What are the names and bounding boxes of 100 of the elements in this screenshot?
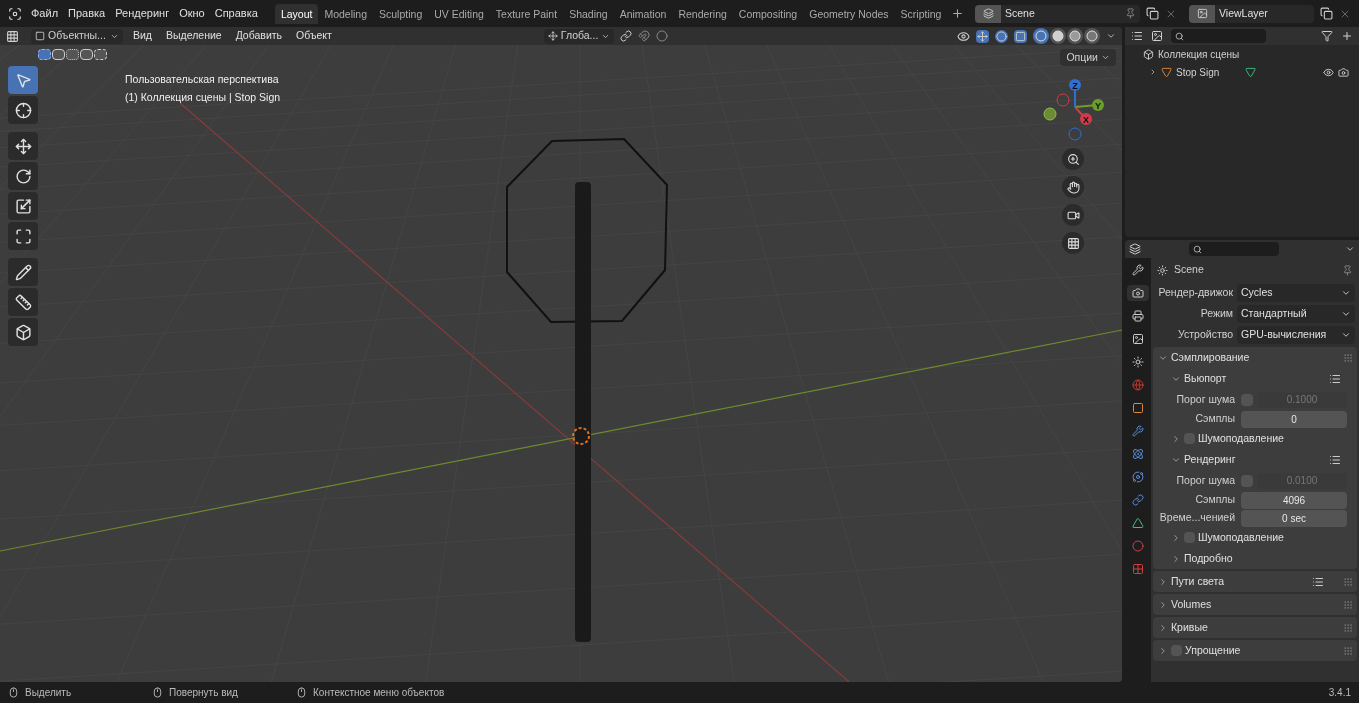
constraints-icon	[1132, 494, 1144, 506]
pin-icon[interactable]	[1342, 264, 1353, 276]
measure-tool-button[interactable]	[8, 288, 38, 316]
drag-handle-icon[interactable]	[1343, 622, 1353, 633]
chevron-icon	[1158, 645, 1168, 656]
menu-item[interactable]: Рендеринг	[110, 5, 175, 22]
workspace-tab[interactable]: Shading	[563, 3, 614, 24]
panel-header[interactable]: Сэмплирование	[1153, 347, 1357, 368]
workspace-tab[interactable]: Modeling	[318, 3, 374, 24]
number-field[interactable]: 4096	[1241, 491, 1347, 509]
wireframe-shading-button[interactable]	[1033, 28, 1049, 44]
particles-icon	[1132, 448, 1144, 460]
chevron-icon[interactable]	[1106, 31, 1116, 41]
new-collection-icon[interactable]	[1341, 30, 1353, 42]
panel-header[interactable]: Кривые	[1153, 617, 1357, 638]
render-icon[interactable]	[1338, 66, 1349, 78]
rotate-tool-button[interactable]	[8, 162, 38, 190]
visibility-icon[interactable]	[957, 29, 970, 43]
menu-item[interactable]: Окно	[174, 5, 210, 22]
menu-item[interactable]: Выделение	[162, 28, 226, 44]
tool-icon	[1132, 264, 1144, 276]
select-mode-button[interactable]	[94, 49, 107, 60]
add-workspace-icon[interactable]	[951, 7, 965, 20]
number-field[interactable]: 0	[1241, 410, 1347, 428]
select-tool-button[interactable]	[8, 66, 38, 94]
scene-selector[interactable]: Scene	[975, 4, 1140, 23]
cursor-tool-button[interactable]	[8, 96, 38, 124]
workspace-tab[interactable]: Compositing	[732, 3, 804, 24]
drag-handle-icon[interactable]	[1343, 352, 1353, 363]
drag-handle-icon[interactable]	[1343, 576, 1353, 587]
panel-header[interactable]: Подробно	[1153, 548, 1357, 569]
move-tool-button[interactable]	[8, 132, 38, 160]
chevron-icon[interactable]	[1345, 244, 1355, 254]
editor-type-icon[interactable]	[6, 29, 19, 43]
xray-toggle[interactable]	[1014, 29, 1027, 43]
options-dropdown[interactable]: Опции	[1060, 49, 1116, 66]
dropdown-field[interactable]: GPU-вычисления	[1237, 325, 1355, 344]
gizmo-toggle[interactable]	[976, 29, 989, 43]
mesh-data-icon[interactable]	[1245, 66, 1257, 78]
panel-header[interactable]: Пути света	[1153, 571, 1357, 592]
select-mode-button[interactable]	[38, 49, 51, 60]
presets-icon[interactable]	[1329, 453, 1341, 466]
outliner-item[interactable]: Stop Sign	[1125, 63, 1359, 81]
workspace-tab[interactable]: UV Editing	[428, 3, 490, 24]
collection-name[interactable]: Коллекция сцены	[1158, 46, 1240, 62]
workspace-tab[interactable]: Animation	[613, 3, 673, 24]
copy-icon[interactable]	[1146, 7, 1159, 20]
menu-item[interactable]: Добавить	[231, 28, 287, 44]
display-mode-icon[interactable]	[1151, 30, 1163, 42]
scale-tool-button[interactable]	[8, 192, 38, 220]
editor-type-icon[interactable]	[1129, 243, 1141, 255]
menu-item[interactable]: Справка	[209, 5, 263, 22]
number-field[interactable]: 0 sec	[1241, 509, 1347, 527]
filter-icon[interactable]	[1321, 30, 1333, 42]
status-hint: Повернуть вид	[169, 686, 238, 700]
workspace-tab[interactable]: Geometry Nodes	[803, 3, 895, 24]
editor-type-icon[interactable]	[1131, 30, 1143, 42]
material-shading-button[interactable]	[1067, 28, 1083, 44]
menu-item[interactable]: Правка	[63, 5, 111, 22]
workspace-tab[interactable]: Layout	[274, 3, 319, 24]
menu-item[interactable]: Файл	[26, 5, 64, 22]
snap-icon[interactable]	[638, 30, 651, 42]
presets-icon[interactable]	[1312, 575, 1324, 588]
menu-item[interactable]: Объект	[292, 28, 336, 44]
panel-header[interactable]: Упрощение	[1153, 640, 1357, 661]
search-field[interactable]	[1189, 242, 1279, 256]
app-logo-icon[interactable]	[8, 6, 22, 21]
panel-header[interactable]: Volumes	[1153, 594, 1357, 615]
rendered-shading-button[interactable]	[1084, 28, 1100, 44]
workspace-tab[interactable]: Rendering	[672, 3, 733, 24]
solid-shading-button[interactable]	[1050, 28, 1066, 44]
workspace-tab[interactable]: Scripting	[894, 3, 948, 24]
copy-icon[interactable]	[1320, 7, 1333, 20]
panel-header[interactable]: Рендеринг	[1153, 449, 1357, 470]
select-mode-button[interactable]	[66, 49, 79, 60]
mode-dropdown[interactable]: Объектны...	[31, 28, 123, 44]
panel-header[interactable]: Шумоподавление	[1153, 428, 1357, 449]
view-layer-selector[interactable]: ViewLayer	[1189, 4, 1314, 23]
dropdown-field[interactable]: Cycles	[1237, 283, 1355, 302]
workspace-tab[interactable]: Texture Paint	[489, 3, 564, 24]
visibility-icon[interactable]	[1323, 66, 1334, 78]
dropdown-field[interactable]: Стандартный	[1237, 304, 1355, 323]
drag-handle-icon[interactable]	[1343, 645, 1353, 656]
drag-handle-icon[interactable]	[1343, 599, 1353, 610]
navigation-gizmo[interactable]: Z Y X	[1040, 72, 1110, 142]
orientation-dropdown[interactable]: Глоба...	[543, 28, 615, 44]
field-label: Порог шума	[1175, 472, 1235, 488]
render-tab[interactable]	[1127, 285, 1149, 301]
pin-icon[interactable]	[1125, 8, 1136, 19]
search-field[interactable]	[1171, 29, 1266, 43]
select-mode-button[interactable]	[52, 49, 65, 60]
panel-header[interactable]: Вьюпорт	[1153, 368, 1357, 389]
menu-item[interactable]: Вид	[129, 28, 156, 44]
presets-icon[interactable]	[1329, 372, 1341, 385]
panel-header[interactable]: Шумоподавление	[1153, 527, 1357, 548]
workspace-tab[interactable]: Sculpting	[373, 3, 429, 24]
select-mode-button[interactable]	[80, 49, 93, 60]
annotate-tool-button[interactable]	[8, 258, 38, 286]
overlay-toggle[interactable]	[995, 29, 1008, 43]
transform-tool-button[interactable]	[8, 222, 38, 250]
